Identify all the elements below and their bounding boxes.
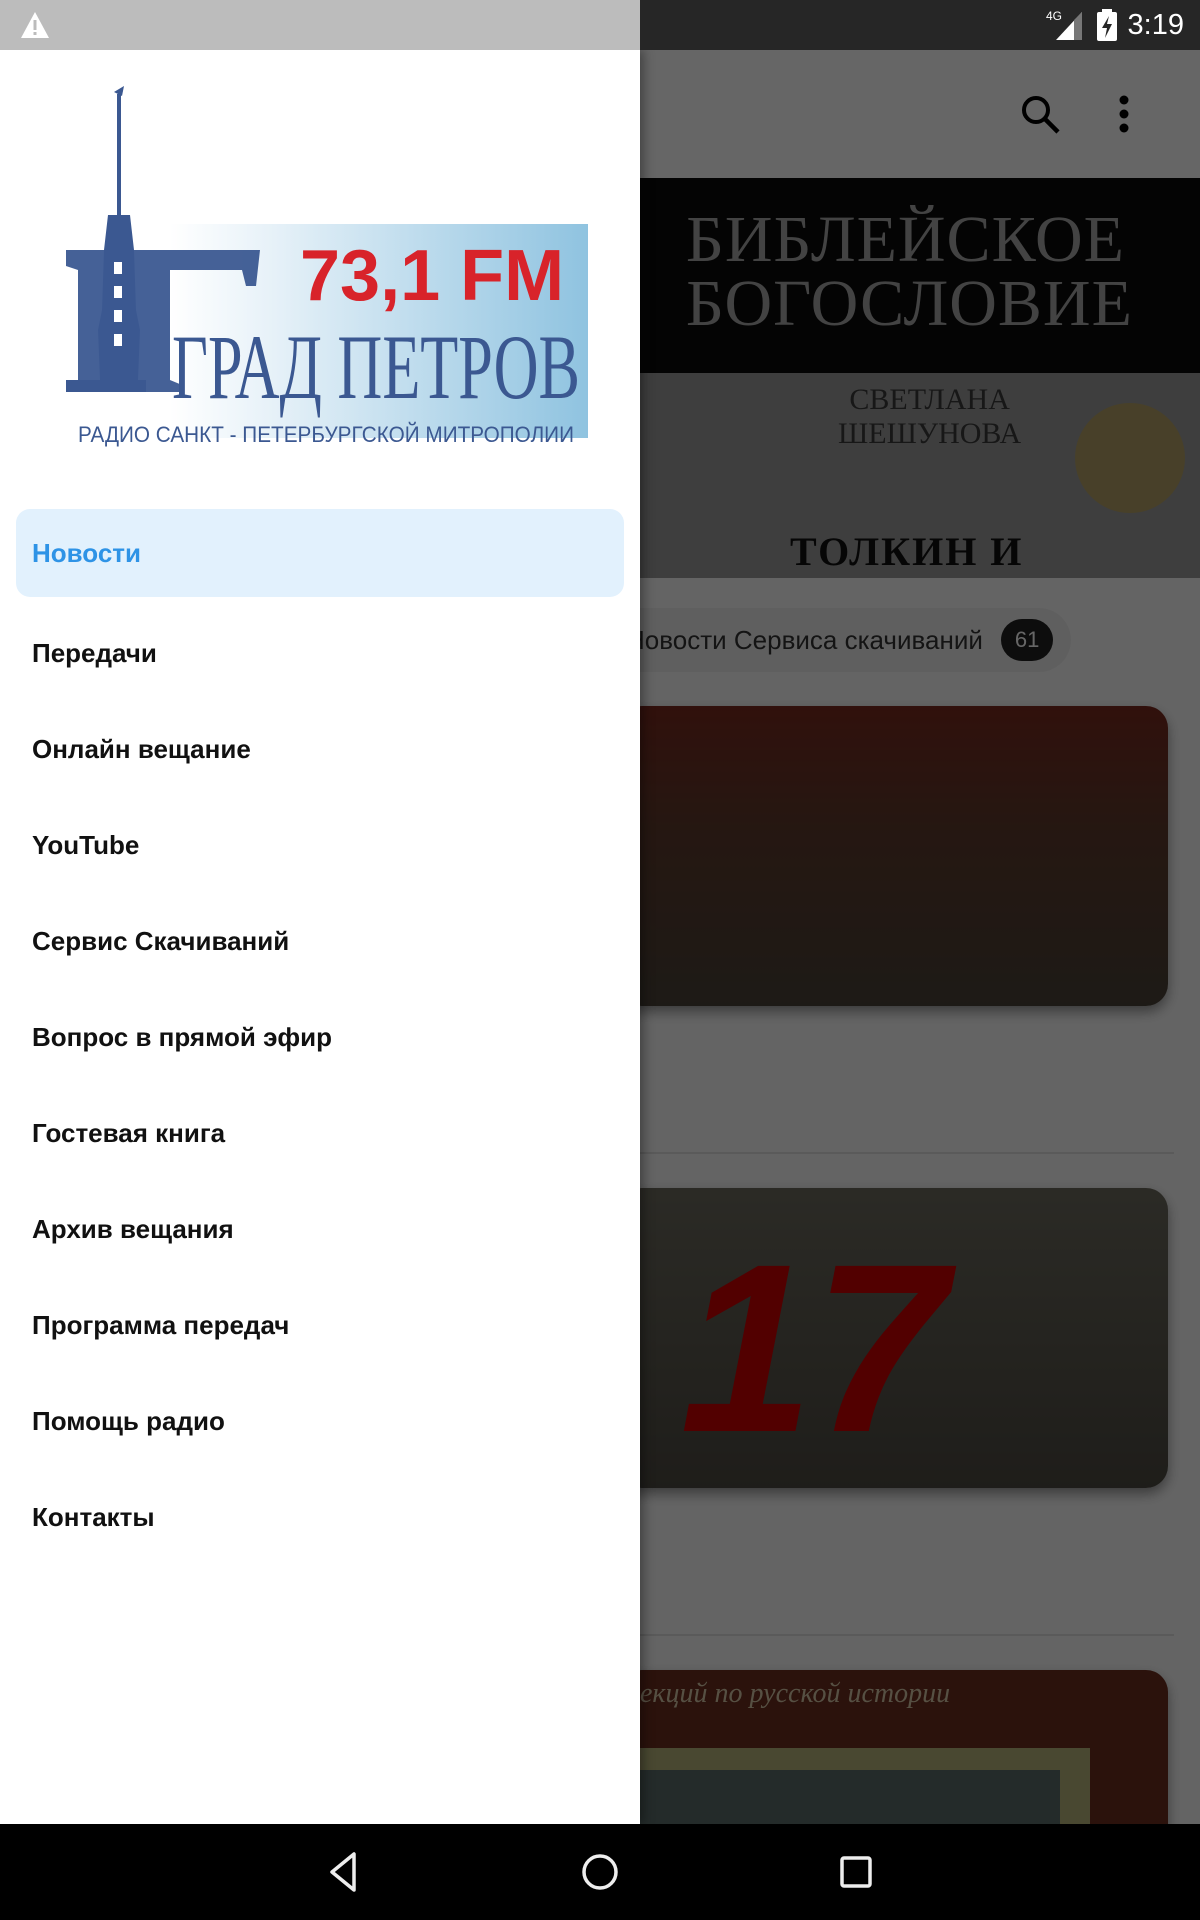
menu-item-label: Сервис Скачиваний	[32, 925, 290, 956]
signal-icon: 4G	[1046, 9, 1082, 40]
status-icons: 4G 3:19	[1046, 0, 1184, 50]
menu-item-schedule[interactable]: Программа передач	[16, 1277, 624, 1373]
clock: 3:19	[1127, 8, 1184, 41]
menu-item-programs[interactable]: Передачи	[16, 605, 624, 701]
menu-item-label: Архив вещания	[32, 1213, 234, 1244]
status-bar: 4G 3:19	[0, 0, 1200, 50]
menu-item-label: Гостевая книга	[32, 1117, 226, 1148]
menu-item-news[interactable]: Новости	[16, 509, 624, 597]
svg-text:4G: 4G	[1046, 9, 1062, 23]
logo-frequency: 73,1 FM	[300, 236, 564, 316]
menu-item-live-question[interactable]: Вопрос в прямой эфир	[16, 989, 624, 1085]
recents-icon[interactable]	[832, 1848, 880, 1896]
menu-item-label: Контакты	[32, 1501, 155, 1532]
menu-item-label: Передачи	[32, 637, 157, 668]
menu-item-donate[interactable]: Помощь радио	[16, 1373, 624, 1469]
menu-item-label: Новости	[32, 537, 142, 568]
battery-charging-icon	[1096, 9, 1117, 41]
menu-item-contacts[interactable]: Контакты	[16, 1469, 624, 1565]
menu-item-archive[interactable]: Архив вещания	[16, 1181, 624, 1277]
menu-item-download-service[interactable]: Сервис Скачиваний	[16, 893, 624, 989]
system-nav-bar	[0, 1824, 1200, 1920]
menu-item-label: Вопрос в прямой эфир	[32, 1021, 333, 1052]
menu-item-label: Программа передач	[32, 1309, 290, 1340]
grad-petrov-logo: 73,1 FM ГРАД ПЕТРОВ РАДИО САНКТ - ПЕТЕРБ…	[66, 86, 588, 447]
menu-item-label: Онлайн вещание	[32, 733, 251, 764]
status-bar-drawer-area	[0, 0, 640, 50]
menu-item-label: Помощь радио	[32, 1405, 225, 1436]
menu-item-guestbook[interactable]: Гостевая книга	[16, 1085, 624, 1181]
logo-name: ГРАД ПЕТРОВ	[172, 316, 580, 418]
drawer-menu: Новости Передачи Онлайн вещание YouTube …	[16, 509, 624, 1565]
warning-icon	[21, 12, 49, 38]
navigation-drawer: 73,1 FM ГРАД ПЕТРОВ РАДИО САНКТ - ПЕТЕРБ…	[0, 50, 640, 1824]
back-icon[interactable]	[320, 1848, 368, 1896]
menu-item-youtube[interactable]: YouTube	[16, 797, 624, 893]
logo-tagline: РАДИО САНКТ - ПЕТЕРБУРГСКОЙ МИТРОПОЛИИ	[78, 422, 574, 447]
home-icon[interactable]	[576, 1848, 624, 1896]
menu-item-label: YouTube	[32, 829, 140, 860]
menu-item-online-broadcast[interactable]: Онлайн вещание	[16, 701, 624, 797]
